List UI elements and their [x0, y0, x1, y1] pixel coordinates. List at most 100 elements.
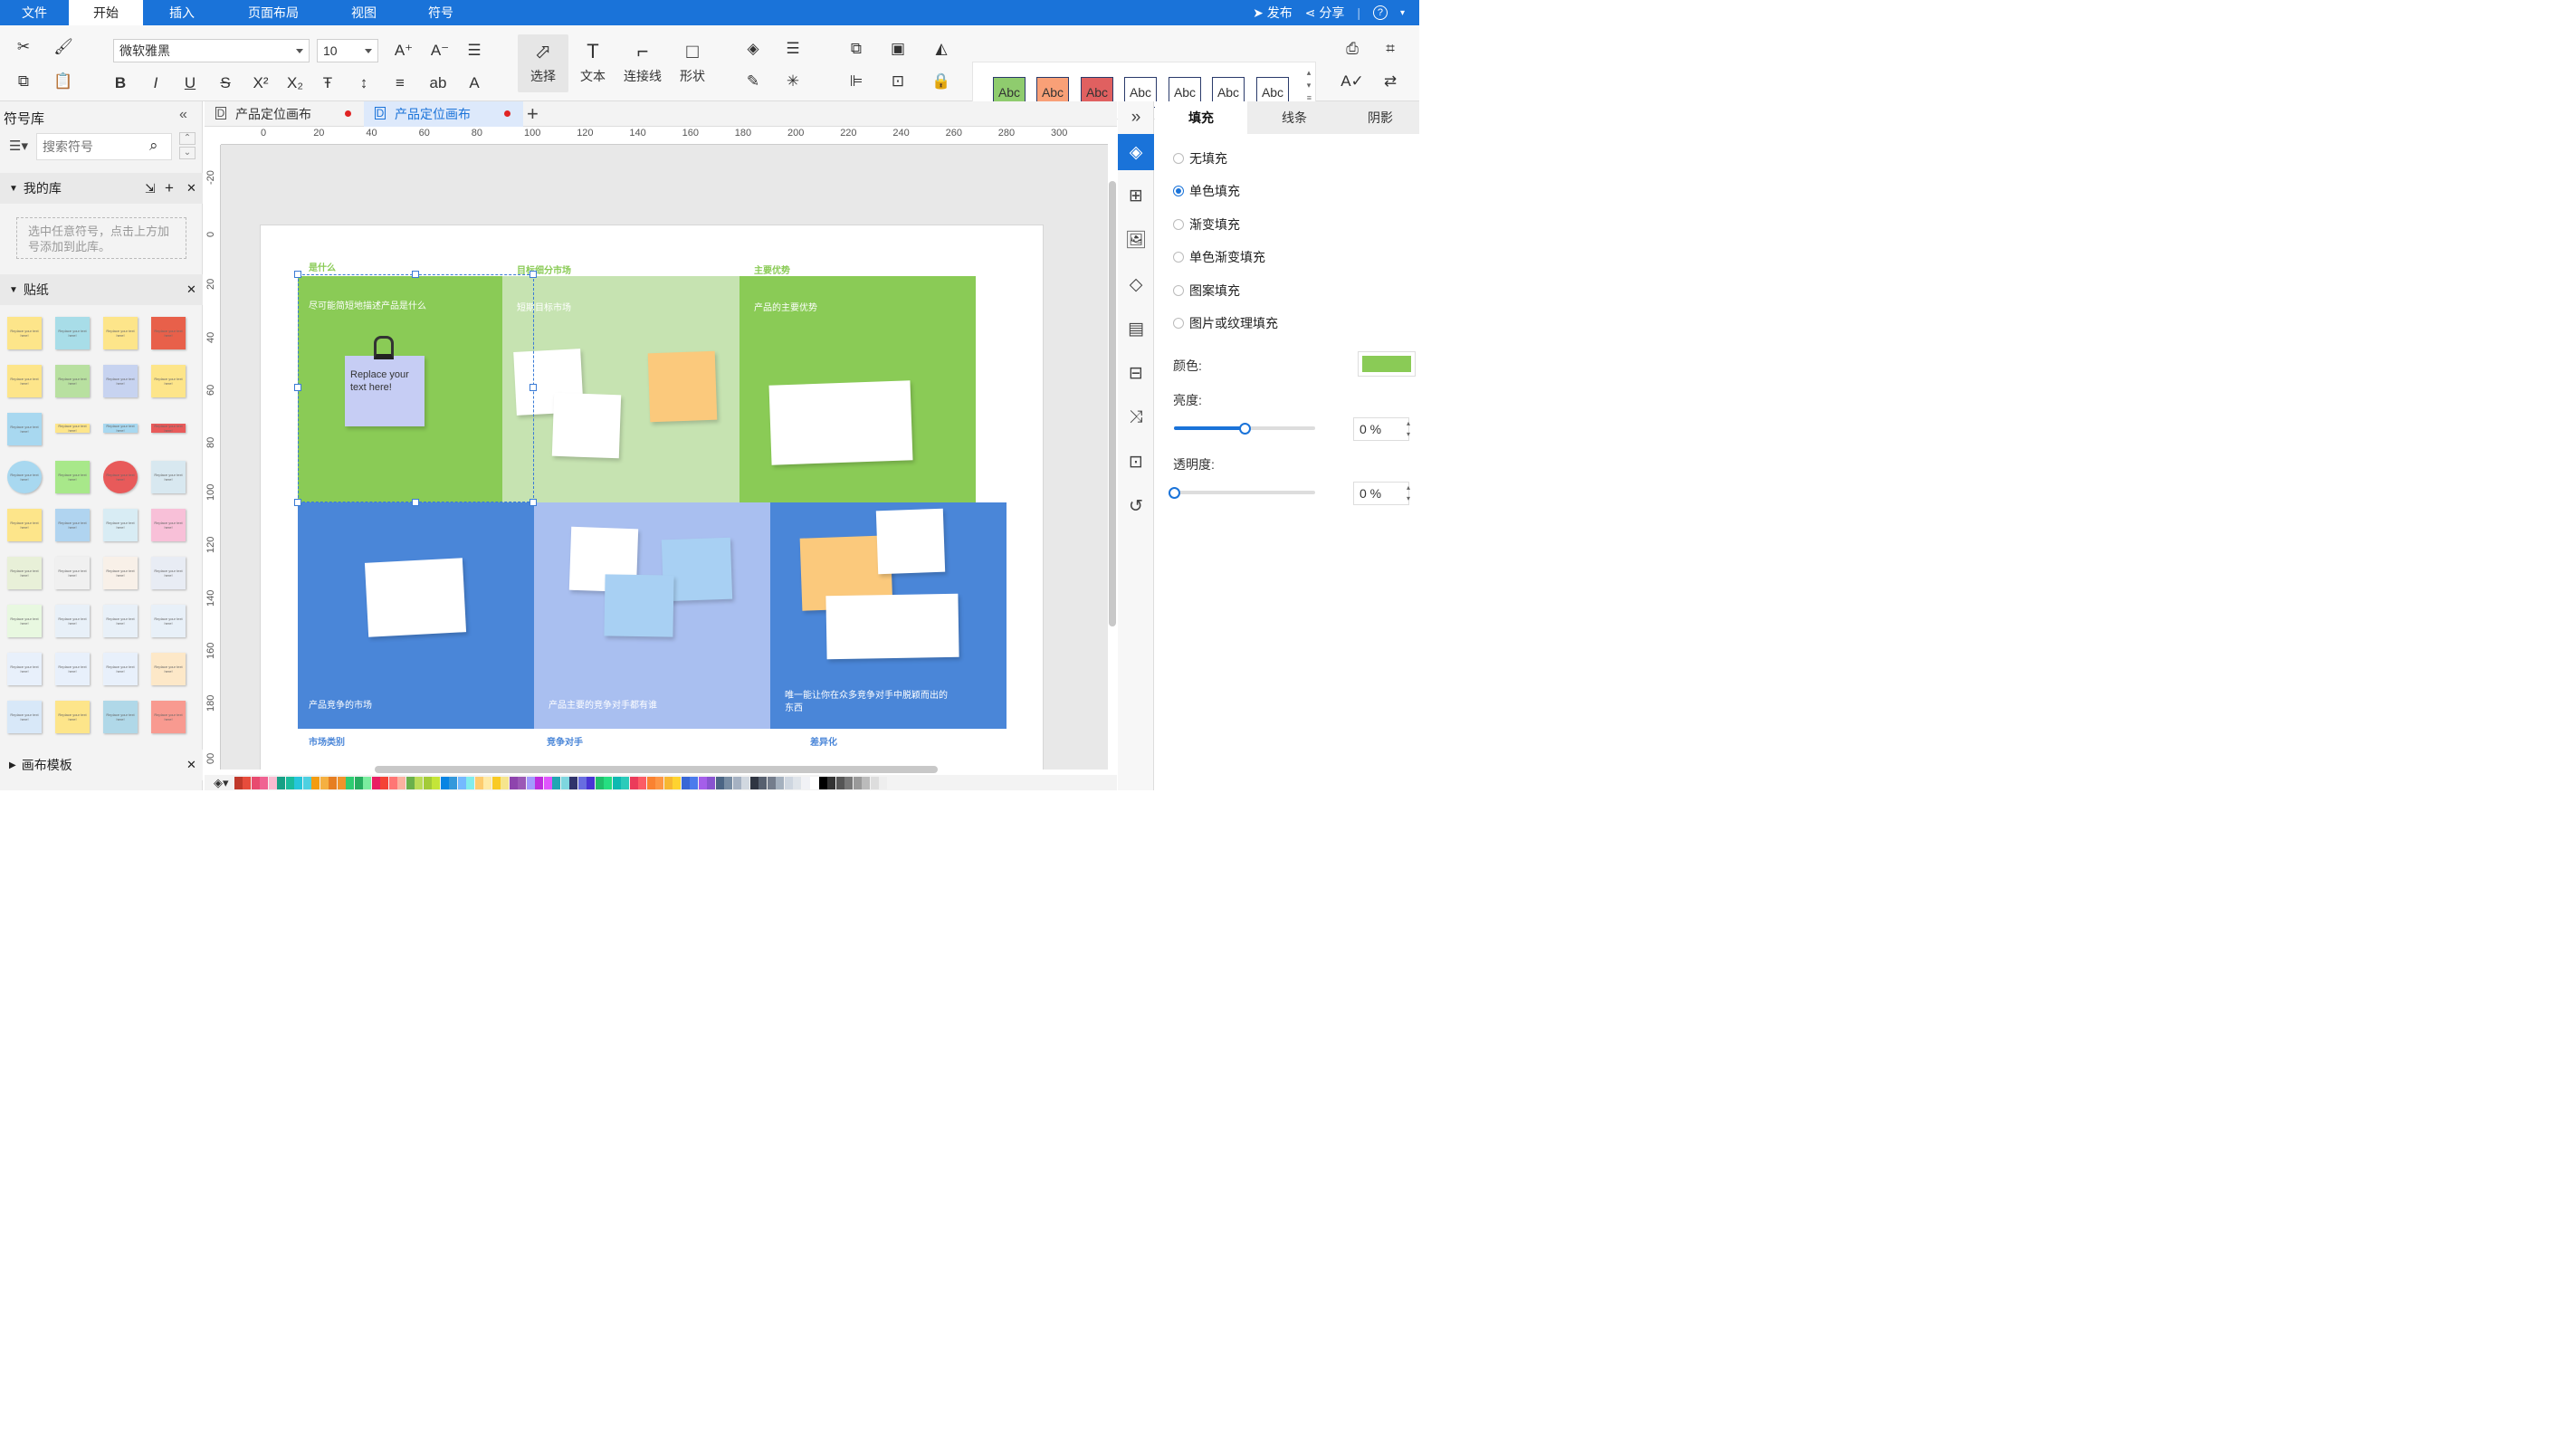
resize-handle[interactable]: [530, 384, 537, 391]
sticker-item[interactable]: Replace your text here!: [151, 317, 186, 349]
orange-note[interactable]: [647, 350, 718, 423]
layers-icon[interactable]: ◇: [1118, 266, 1154, 302]
sticker-item[interactable]: Replace your text here!: [103, 509, 138, 541]
sticker-item[interactable]: Replace your text here!: [7, 317, 42, 349]
palette-color[interactable]: [432, 776, 441, 789]
text-style-icon[interactable]: Ŧ: [317, 72, 339, 94]
radio-button[interactable]: [1173, 252, 1184, 263]
resize-handle[interactable]: [412, 271, 419, 278]
sticker-item[interactable]: Replace your text here!: [7, 413, 42, 445]
tab-line[interactable]: 线条: [1247, 101, 1341, 134]
menu-file[interactable]: 文件: [0, 0, 69, 25]
font-color-icon[interactable]: A: [463, 72, 485, 94]
palette-color[interactable]: [732, 776, 741, 789]
scroll-up-icon[interactable]: ⌃: [179, 132, 196, 145]
templates-header[interactable]: ▶ 画布模板 ✕: [0, 750, 203, 780]
increase-font-icon[interactable]: A⁺: [393, 40, 415, 62]
spellcheck-icon[interactable]: A✓: [1340, 71, 1364, 92]
page-icon[interactable]: ▤: [1118, 311, 1154, 347]
palette-color[interactable]: [646, 776, 655, 789]
palette-color[interactable]: [879, 776, 888, 789]
sky-note[interactable]: [604, 574, 674, 637]
history-icon[interactable]: ↺: [1118, 488, 1154, 524]
palette-color[interactable]: [749, 776, 758, 789]
palette-color[interactable]: [827, 776, 836, 789]
radio-button[interactable]: [1173, 318, 1184, 329]
option-picture-fill[interactable]: 图片或纹理填充: [1173, 313, 1278, 333]
palette-color[interactable]: [234, 776, 243, 789]
block-advantage[interactable]: 产品的主要优势: [739, 276, 976, 502]
option-no-fill[interactable]: 无填充: [1173, 148, 1227, 168]
sticker-item[interactable]: Replace your text here!: [103, 461, 138, 493]
tab-document-1[interactable]: D 产品定位画布: [205, 101, 364, 127]
menu-page-layout[interactable]: 页面布局: [221, 0, 326, 25]
block-differentiation[interactable]: 唯一能让你在众多竞争对手中脱颖而出的东西: [770, 502, 1007, 729]
gallery-scroll-icon[interactable]: ▴ ▾ ≡: [1307, 66, 1312, 104]
sticker-item[interactable]: Replace your text here!: [151, 605, 186, 637]
block-target-market[interactable]: 短期目标市场: [502, 276, 739, 502]
sticker-item[interactable]: Replace your text here!: [151, 461, 186, 493]
sticker-item[interactable]: Replace your text here!: [55, 605, 90, 637]
sticker-item[interactable]: Replace your text here!: [7, 365, 42, 397]
menu-home[interactable]: 开始: [69, 0, 143, 25]
brightness-input[interactable]: 0 %: [1353, 417, 1409, 441]
white-note[interactable]: [364, 558, 467, 637]
align-left-icon[interactable]: ⊫: [845, 71, 867, 92]
radio-button[interactable]: [1173, 219, 1184, 230]
sticker-item[interactable]: Replace your text here!: [151, 365, 186, 397]
connector-tool[interactable]: ⌐ 连接线: [617, 34, 668, 92]
canvas-page[interactable]: 是什么 目标细分市场 主要优势 尽可能简短地描述产品是什么 Replace yo…: [260, 225, 1044, 770]
my-library-header[interactable]: ▼ 我的库 ⇲ + ✕: [0, 173, 203, 204]
fill-bucket-icon[interactable]: ◈▾: [214, 776, 229, 790]
sticker-item[interactable]: Replace your text here!: [55, 509, 90, 541]
sticker-item[interactable]: Replace your text here!: [55, 701, 90, 733]
search-icon[interactable]: ⌕: [149, 137, 158, 155]
palette-color[interactable]: [673, 776, 682, 789]
palette-color[interactable]: [543, 776, 552, 789]
palette-color[interactable]: [835, 776, 844, 789]
palette-color[interactable]: [577, 776, 587, 789]
radio-button[interactable]: [1173, 186, 1184, 196]
resize-handle[interactable]: [294, 271, 301, 278]
palette-color[interactable]: [690, 776, 699, 789]
italic-icon[interactable]: I: [145, 72, 167, 94]
palette-color[interactable]: [346, 776, 355, 789]
palette-color[interactable]: [501, 776, 510, 789]
palette-color[interactable]: [363, 776, 372, 789]
underline-icon[interactable]: U: [179, 72, 201, 94]
fill-color-icon[interactable]: ◈: [742, 38, 764, 60]
distribute-icon[interactable]: ⊡: [887, 71, 909, 92]
horizontal-scrollbar[interactable]: [375, 766, 938, 773]
sticker-item[interactable]: Replace your text here!: [103, 653, 138, 685]
sticker-item[interactable]: Replace your text here!: [151, 509, 186, 541]
tab-document-2[interactable]: D 产品定位画布: [364, 101, 523, 127]
palette-color[interactable]: [337, 776, 346, 789]
library-menu-icon[interactable]: ☰▾: [9, 138, 28, 154]
grid-icon[interactable]: ⊞: [1118, 177, 1154, 214]
copy-icon[interactable]: ⧉: [13, 71, 34, 92]
palette-color[interactable]: [423, 776, 432, 789]
font-size-select[interactable]: 10: [317, 39, 378, 62]
sticker-item[interactable]: Replace your text here!: [7, 701, 42, 733]
resize-handle[interactable]: [294, 384, 301, 391]
tab-shadow[interactable]: 阴影: [1341, 101, 1419, 134]
line-style-icon[interactable]: ☰: [782, 38, 804, 60]
menu-symbol[interactable]: 符号: [402, 0, 480, 25]
opacity-slider[interactable]: [1174, 491, 1315, 494]
expand-panel-icon[interactable]: »: [1118, 101, 1154, 134]
superscript-icon[interactable]: X²: [250, 72, 272, 94]
sticker-item[interactable]: Replace your text here!: [7, 461, 42, 493]
palette-color[interactable]: [818, 776, 827, 789]
format-painter-icon[interactable]: 🖌: [52, 36, 74, 58]
palette-color[interactable]: [251, 776, 260, 789]
option-gradient-fill[interactable]: 渐变填充: [1173, 215, 1240, 234]
image-icon[interactable]: 🖼: [1118, 222, 1154, 258]
palette-color[interactable]: [663, 776, 673, 789]
block-competitors[interactable]: 产品主要的竞争对手都有谁: [534, 502, 770, 729]
sticker-item[interactable]: Replace your text here!: [103, 701, 138, 733]
brightness-slider-knob[interactable]: [1239, 423, 1251, 435]
flip-icon[interactable]: ◭: [930, 38, 952, 60]
palette-color[interactable]: [707, 776, 716, 789]
sticker-item[interactable]: Replace your text here!: [7, 653, 42, 685]
text-case-icon[interactable]: ab: [427, 72, 449, 94]
